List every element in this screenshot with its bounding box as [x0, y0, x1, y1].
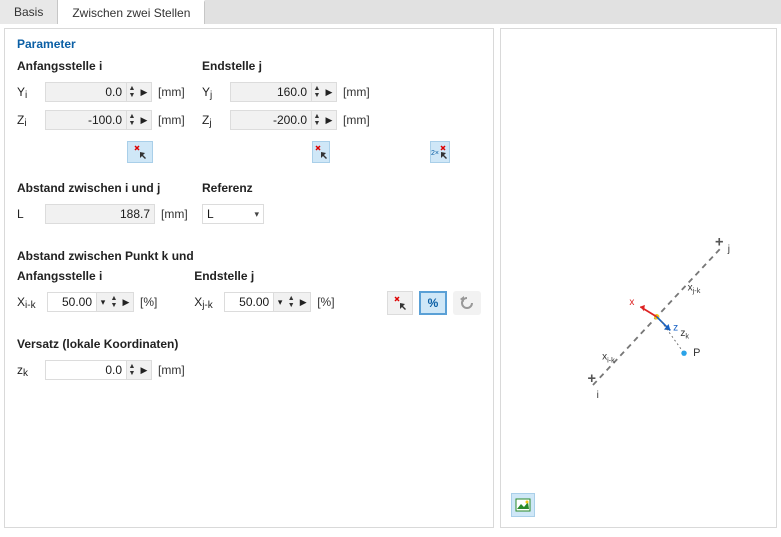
distance-k-header: Abstand zwischen Punkt k und	[17, 249, 481, 263]
zj-input[interactable]: -200.0	[230, 110, 312, 130]
l-input: 188.7	[45, 204, 155, 224]
tab-basis[interactable]: Basis	[0, 0, 58, 24]
preview-panel: + i + j x z zk P xi-k xj-k	[500, 28, 777, 528]
image-mode-button[interactable]	[511, 493, 535, 517]
xik-input[interactable]: 50.00	[47, 292, 97, 312]
reference-select[interactable]: L ▾	[202, 204, 264, 224]
k-start-header: Anfangsstelle i	[17, 269, 194, 283]
tab-between-two-positions[interactable]: Zwischen zwei Stellen	[58, 0, 205, 24]
undo-icon	[458, 296, 476, 310]
yj-label: Yj	[202, 85, 230, 99]
reference-value: L	[207, 207, 214, 221]
svg-text:j: j	[727, 244, 730, 255]
xjk-input[interactable]: 50.00	[224, 292, 274, 312]
svg-text:+: +	[587, 371, 596, 387]
xjk-dropdown-spinner[interactable]: ▾ ▲▼▶	[274, 292, 311, 312]
zi-label: Zi	[17, 113, 45, 127]
tab-bar-filler	[205, 0, 781, 24]
tab-bar: Basis Zwischen zwei Stellen	[0, 0, 781, 24]
xjk-label: Xj-k	[194, 295, 224, 309]
yi-label: Yi	[17, 85, 45, 99]
pick-both-points-button[interactable]: 2×	[430, 141, 450, 163]
yi-input[interactable]: 0.0	[45, 82, 127, 102]
l-label: L	[17, 207, 45, 221]
svg-text:i: i	[597, 390, 599, 401]
svg-text:P: P	[693, 347, 700, 359]
pick-start-point-button[interactable]	[127, 141, 153, 163]
svg-text:x: x	[629, 297, 634, 308]
l-unit: [mm]	[161, 207, 188, 221]
pick-point-k-button[interactable]	[387, 291, 413, 315]
image-icon	[515, 498, 531, 512]
zk-spinner[interactable]: ▲▼▶	[127, 360, 152, 380]
yj-spinner[interactable]: ▲▼▶	[312, 82, 337, 102]
k-end-header: Endstelle j	[194, 269, 357, 283]
distance-ij-header: Abstand zwischen i und j	[17, 181, 202, 195]
diagram-svg: + i + j x z zk P xi-k xj-k	[511, 39, 766, 449]
svg-text:zk: zk	[680, 328, 689, 341]
xik-label: Xi-k	[17, 295, 47, 309]
zi-unit: [mm]	[158, 113, 185, 127]
zj-label: Zj	[202, 113, 230, 127]
start-position-header: Anfangsstelle i	[17, 59, 202, 73]
end-position-header: Endstelle j	[202, 59, 387, 73]
zj-unit: [mm]	[343, 113, 370, 127]
chevron-down-icon: ▾	[254, 209, 259, 220]
zk-label: zk	[17, 363, 45, 377]
svg-text:xj-k: xj-k	[688, 282, 701, 295]
reset-button[interactable]	[453, 291, 481, 315]
reference-header: Referenz	[202, 181, 387, 195]
xik-unit: [%]	[140, 295, 157, 309]
zk-unit: [mm]	[158, 363, 185, 377]
yj-input[interactable]: 160.0	[230, 82, 312, 102]
zk-input[interactable]: 0.0	[45, 360, 127, 380]
parameter-panel: Parameter Anfangsstelle i Yi 0.0 ▲▼▶ [mm…	[4, 28, 494, 528]
svg-text:xi-k: xi-k	[602, 352, 615, 365]
zi-spinner[interactable]: ▲▼▶	[127, 110, 152, 130]
yi-unit: [mm]	[158, 85, 185, 99]
xik-dropdown-spinner[interactable]: ▾ ▲▼▶	[97, 292, 134, 312]
percent-toggle[interactable]: %	[419, 291, 447, 315]
yi-spinner[interactable]: ▲▼▶	[127, 82, 152, 102]
parameter-header: Parameter	[17, 37, 481, 51]
zj-spinner[interactable]: ▲▼▶	[312, 110, 337, 130]
xjk-unit: [%]	[317, 295, 334, 309]
offset-header: Versatz (lokale Koordinaten)	[17, 337, 481, 351]
svg-text:z: z	[673, 322, 678, 333]
svg-text:+: +	[715, 235, 724, 251]
pick-end-point-button[interactable]	[312, 141, 330, 163]
zi-input[interactable]: -100.0	[45, 110, 127, 130]
yj-unit: [mm]	[343, 85, 370, 99]
svg-text:2×: 2×	[431, 150, 439, 157]
